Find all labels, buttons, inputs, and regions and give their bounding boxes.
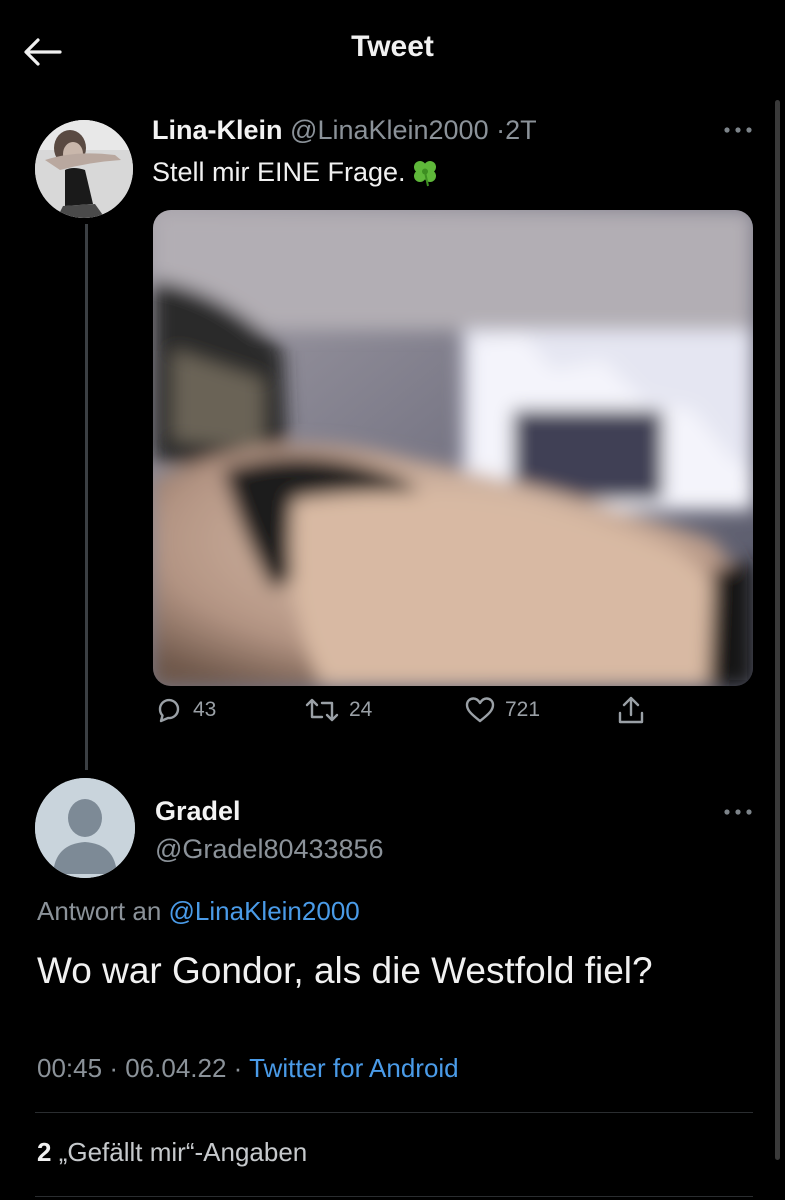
likes-label: „Gefällt mir“-Angaben <box>58 1137 308 1167</box>
tweet-age: 2T <box>505 115 537 145</box>
replying-to-label: Antwort an <box>37 896 162 926</box>
author-name[interactable]: Lina-Klein <box>152 115 283 145</box>
four-leaf-clover-icon <box>410 157 440 194</box>
tweet-action-bar: 43 24 721 <box>155 690 715 730</box>
reply-author-name[interactable]: Gradel <box>155 796 241 827</box>
reply-avatar[interactable] <box>35 778 135 878</box>
tweet-meta-line: 00:45 · 06.04.22 · Twitter for Android <box>37 1053 459 1084</box>
likes-count: 2 <box>37 1137 52 1167</box>
reply-count: 43 <box>193 698 217 721</box>
more-options-button[interactable] <box>718 115 758 145</box>
replying-to-line: Antwort an @LinaKlein2000 <box>37 896 360 927</box>
divider <box>35 1112 753 1113</box>
meta-dot: · <box>109 1053 118 1083</box>
tweet-source-link[interactable]: Twitter for Android <box>249 1053 459 1083</box>
reply-button[interactable]: 43 <box>155 690 216 730</box>
reply-text: Wo war Gondor, als die Westfold fiel? <box>37 950 653 991</box>
separator-dot: · <box>496 115 506 145</box>
more-dots-icon <box>724 809 752 815</box>
retweet-count: 24 <box>349 698 373 721</box>
tweet-detail-screen: Tweet Lina-Klein @LinaKlein2000 ·2T Stel… <box>0 0 785 1200</box>
reply-author-handle[interactable]: @Gradel80433856 <box>155 834 384 865</box>
tweet-date: 06.04.22 <box>125 1053 227 1083</box>
share-button[interactable] <box>617 690 645 730</box>
default-avatar-icon <box>35 778 135 878</box>
heart-icon <box>465 697 495 723</box>
tweet-media-photo[interactable] <box>153 210 753 686</box>
divider <box>35 1196 753 1197</box>
top-bar: Tweet <box>0 0 785 100</box>
like-button[interactable]: 721 <box>465 690 540 730</box>
tweet-time: 00:45 <box>37 1053 103 1083</box>
tweet-text: Stell mir EINE Frage. <box>152 157 440 194</box>
profile-photo <box>35 120 133 218</box>
blurred-photo <box>153 210 753 686</box>
meta-dot: · <box>233 1053 243 1083</box>
scrollbar[interactable] <box>775 100 780 1160</box>
thread-connector <box>85 224 88 770</box>
share-icon <box>618 696 644 724</box>
page-title: Tweet <box>351 30 434 63</box>
author-handle[interactable]: @LinaKlein2000 <box>290 115 489 145</box>
tweet-text-content: Stell mir EINE Frage. <box>152 157 406 187</box>
more-dots-icon <box>724 127 752 133</box>
avatar[interactable] <box>35 120 133 218</box>
likes-summary[interactable]: 2 „Gefällt mir“-Angaben <box>37 1137 307 1168</box>
like-count: 721 <box>505 698 541 721</box>
retweet-button[interactable]: 24 <box>305 690 372 730</box>
reply-icon <box>158 698 180 723</box>
replying-to-mention[interactable]: @LinaKlein2000 <box>169 896 360 926</box>
reply-more-options-button[interactable] <box>718 797 758 827</box>
retweet-icon <box>305 698 339 722</box>
tweet-author-line: Lina-Klein @LinaKlein2000 ·2T <box>152 115 537 146</box>
